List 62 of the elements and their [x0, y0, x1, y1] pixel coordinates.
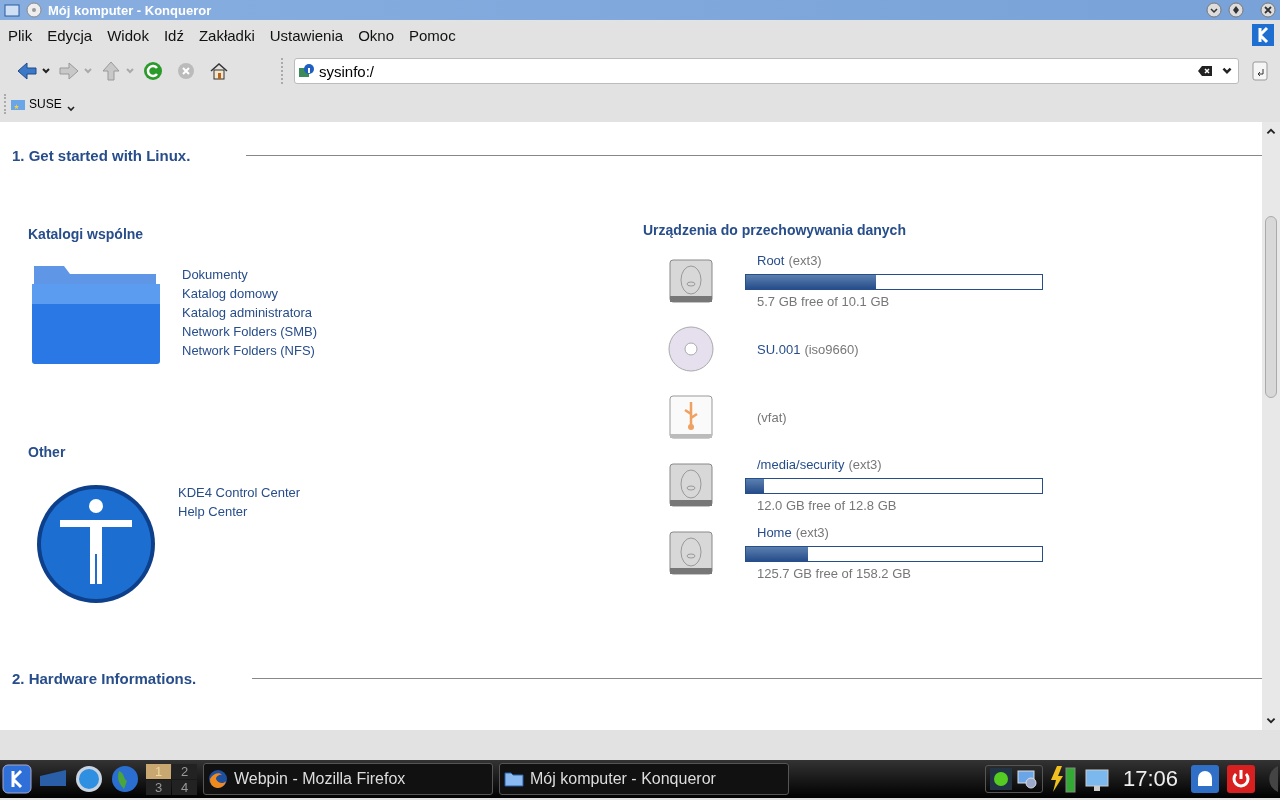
fox-globe-icon: [208, 769, 228, 789]
kde-menu-icon[interactable]: [2, 764, 32, 794]
group-heading: Other: [28, 444, 67, 460]
scrollbar[interactable]: [1262, 122, 1280, 730]
link[interactable]: KDE4 Control Center: [178, 483, 301, 502]
folder-icon: [504, 769, 524, 789]
window-title: Mój komputer - Konqueror: [48, 2, 212, 18]
device-label: /media/security (ext3): [757, 457, 883, 472]
person-icon: [36, 484, 156, 604]
link[interactable]: Katalog domowy: [182, 284, 318, 303]
close-icon[interactable]: [1260, 2, 1276, 18]
section-heading: 1. Get started with Linux.: [12, 147, 191, 164]
desktop-pager-cell[interactable]: 2: [172, 763, 197, 779]
back-arrow-icon[interactable]: [16, 60, 38, 82]
go-icon[interactable]: [1252, 60, 1268, 82]
device-label: SU.001 (iso9660): [757, 341, 859, 357]
caret-icon[interactable]: [65, 104, 76, 114]
menu-item[interactable]: Ustawienia: [269, 26, 344, 44]
link[interactable]: Katalog administratora: [182, 303, 318, 322]
battery-icon[interactable]: [1048, 764, 1077, 794]
free-space-text: 12.0 GB free of 12.8 GB: [757, 498, 898, 513]
window-menu-icon[interactable]: [4, 2, 20, 18]
scrollbar-thumb[interactable]: [1265, 216, 1277, 398]
location-field[interactable]: sysinfo:/: [294, 58, 1239, 84]
device-label: (vfat): [757, 409, 787, 425]
reload-icon[interactable]: [142, 60, 164, 82]
menu-item[interactable]: Okno: [358, 26, 394, 44]
task-button[interactable]: Webpin - Mozilla Firefox: [203, 763, 493, 795]
globe-icon[interactable]: [110, 764, 140, 794]
maximize-icon[interactable]: [1228, 2, 1244, 18]
home-icon[interactable]: [208, 60, 230, 82]
caret-icon[interactable]: [41, 66, 51, 76]
menu-item[interactable]: Widok: [107, 26, 149, 44]
cd-icon: [668, 326, 714, 372]
device-label: Root (ext3): [757, 253, 823, 268]
menu-item[interactable]: Plik: [8, 26, 33, 44]
clock[interactable]: 17:06: [1122, 766, 1178, 792]
link[interactable]: Help Center: [178, 502, 301, 521]
menu-item[interactable]: Idź: [163, 26, 184, 44]
menu-item[interactable]: Pomoc: [409, 26, 456, 44]
device-label: Home (ext3): [757, 525, 830, 540]
usb-drive-icon: [668, 394, 714, 440]
clear-icon[interactable]: [1197, 63, 1213, 79]
lock-icon[interactable]: [1190, 764, 1220, 794]
desktop-pager-cell[interactable]: 4: [172, 779, 197, 795]
section-heading: 2. Hardware Informations.: [12, 670, 197, 687]
group-heading: Urządzenia do przechowywania danych: [643, 222, 907, 238]
power-icon[interactable]: [1226, 764, 1256, 794]
free-space-text: 125.7 GB free of 158.2 GB: [757, 566, 912, 581]
link[interactable]: Dokumenty: [182, 265, 318, 284]
link[interactable]: Network Folders (NFS): [182, 341, 318, 360]
bookmark-folder[interactable]: SUSE: [10, 96, 62, 112]
minimize-icon[interactable]: [1206, 2, 1222, 18]
menu-item[interactable]: Edycja: [47, 26, 93, 44]
kde-logo-icon[interactable]: [1252, 24, 1274, 46]
free-space-text: 5.7 GB free of 10.1 GB: [757, 294, 891, 309]
task-button[interactable]: Mój komputer - Konqueror: [499, 763, 789, 795]
link[interactable]: Network Folders (SMB): [182, 322, 318, 341]
desktop-pager-cell[interactable]: 3: [146, 779, 171, 795]
group-heading: Katalogi wspólne: [28, 226, 145, 242]
menu-item[interactable]: Zakładki: [198, 26, 255, 44]
chat-bubble-icon[interactable]: [1015, 768, 1038, 790]
